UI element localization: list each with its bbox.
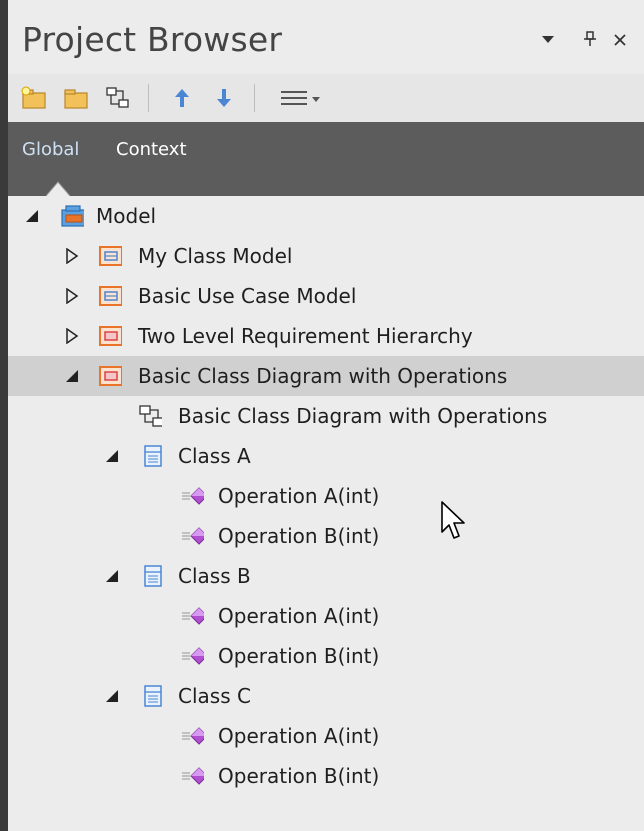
new-diagram-icon (106, 87, 129, 108)
project-tree: Model My Class Model Basic Use Case Mode… (8, 196, 644, 831)
dropdown-button[interactable] (536, 30, 560, 54)
tree-node-label: Basic Class Diagram with Operations (138, 364, 508, 388)
tree-node-operation[interactable]: Operation A(int) (8, 476, 644, 516)
tab-bar: Global Context (8, 122, 644, 196)
package-icon (99, 246, 122, 266)
class-icon (144, 445, 162, 467)
class-diagram-icon (139, 405, 162, 427)
operation-icon (182, 647, 204, 665)
tree-node-package[interactable]: My Class Model (8, 236, 644, 276)
collapsed-triangle-icon[interactable] (64, 248, 80, 264)
tree-node-label: Operation A(int) (218, 724, 380, 748)
tree-node-label: Operation B(int) (218, 764, 380, 788)
operation-icon (182, 607, 204, 625)
tab-context[interactable]: Context (116, 139, 187, 160)
tree-node-label: Class C (178, 684, 251, 708)
tree-node-label: Class B (178, 564, 251, 588)
new-package-button[interactable] (18, 82, 50, 114)
expanded-triangle-icon[interactable] (104, 448, 120, 464)
tree-node-class[interactable]: Class A (8, 436, 644, 476)
operation-icon (182, 527, 204, 545)
move-down-button[interactable] (208, 82, 240, 114)
toolbar (8, 74, 644, 122)
close-button[interactable] (608, 30, 632, 54)
collapsed-triangle-icon[interactable] (64, 288, 80, 304)
new-diagram-button[interactable] (102, 82, 134, 114)
toolbar-divider (148, 84, 149, 112)
pin-icon (584, 31, 596, 46)
tree-node-label: Two Level Requirement Hierarchy (138, 324, 473, 348)
tree-node-operation[interactable]: Operation B(int) (8, 516, 644, 556)
package-icon (99, 326, 122, 346)
operation-icon (182, 487, 204, 505)
tree-node-operation[interactable]: Operation B(int) (8, 636, 644, 676)
tree-node-class[interactable]: Class C (8, 676, 644, 716)
package-icon (99, 286, 122, 306)
open-folder-icon (64, 89, 88, 109)
tree-node-operation[interactable]: Operation A(int) (8, 596, 644, 636)
open-folder-button[interactable] (60, 82, 92, 114)
tree-node-operation[interactable]: Operation B(int) (8, 756, 644, 796)
panel-title: Project Browser (22, 20, 283, 59)
tree-node-class[interactable]: Class B (8, 556, 644, 596)
expanded-triangle-icon[interactable] (64, 368, 80, 384)
move-down-icon (217, 89, 231, 107)
tree-node-package[interactable]: Basic Use Case Model (8, 276, 644, 316)
tree-node-label: Operation A(int) (218, 484, 380, 508)
tree-node-label: Class A (178, 444, 251, 468)
class-icon (144, 685, 162, 707)
tab-global[interactable]: Global (22, 139, 79, 160)
tree-node-label: Operation B(int) (218, 524, 380, 548)
model-icon (61, 205, 84, 227)
tree-node-package-selected[interactable]: Basic Class Diagram with Operations (8, 356, 644, 396)
tree-node-label: Basic Use Case Model (138, 284, 357, 308)
chevron-down-icon (542, 36, 554, 43)
menu-button[interactable] (270, 82, 330, 114)
new-package-icon (21, 86, 46, 109)
move-up-button[interactable] (166, 82, 198, 114)
operation-icon (182, 727, 204, 745)
close-icon (614, 34, 626, 46)
tree-node-label: Model (96, 204, 157, 228)
pin-button[interactable] (578, 30, 602, 54)
tree-node-label: Basic Class Diagram with Operations (178, 404, 548, 428)
tree-node-label: My Class Model (138, 244, 293, 268)
expanded-triangle-icon[interactable] (104, 568, 120, 584)
expanded-triangle-icon[interactable] (104, 688, 120, 704)
tree-node-package[interactable]: Two Level Requirement Hierarchy (8, 316, 644, 356)
class-icon (144, 565, 162, 587)
menu-icon (281, 91, 320, 105)
tree-node-label: Operation A(int) (218, 604, 380, 628)
operation-icon (182, 767, 204, 785)
title-bar: Project Browser (8, 0, 644, 74)
move-up-icon (175, 89, 189, 107)
expanded-triangle-icon[interactable] (24, 208, 40, 224)
collapsed-triangle-icon[interactable] (64, 328, 80, 344)
toolbar-divider (254, 84, 255, 112)
tree-node-model[interactable]: Model (8, 196, 644, 236)
mouse-cursor-icon (441, 501, 465, 539)
tree-node-diagram[interactable]: Basic Class Diagram with Operations (8, 396, 644, 436)
tree-node-label: Operation B(int) (218, 644, 380, 668)
tree-node-operation[interactable]: Operation A(int) (8, 716, 644, 756)
package-icon (99, 366, 122, 386)
